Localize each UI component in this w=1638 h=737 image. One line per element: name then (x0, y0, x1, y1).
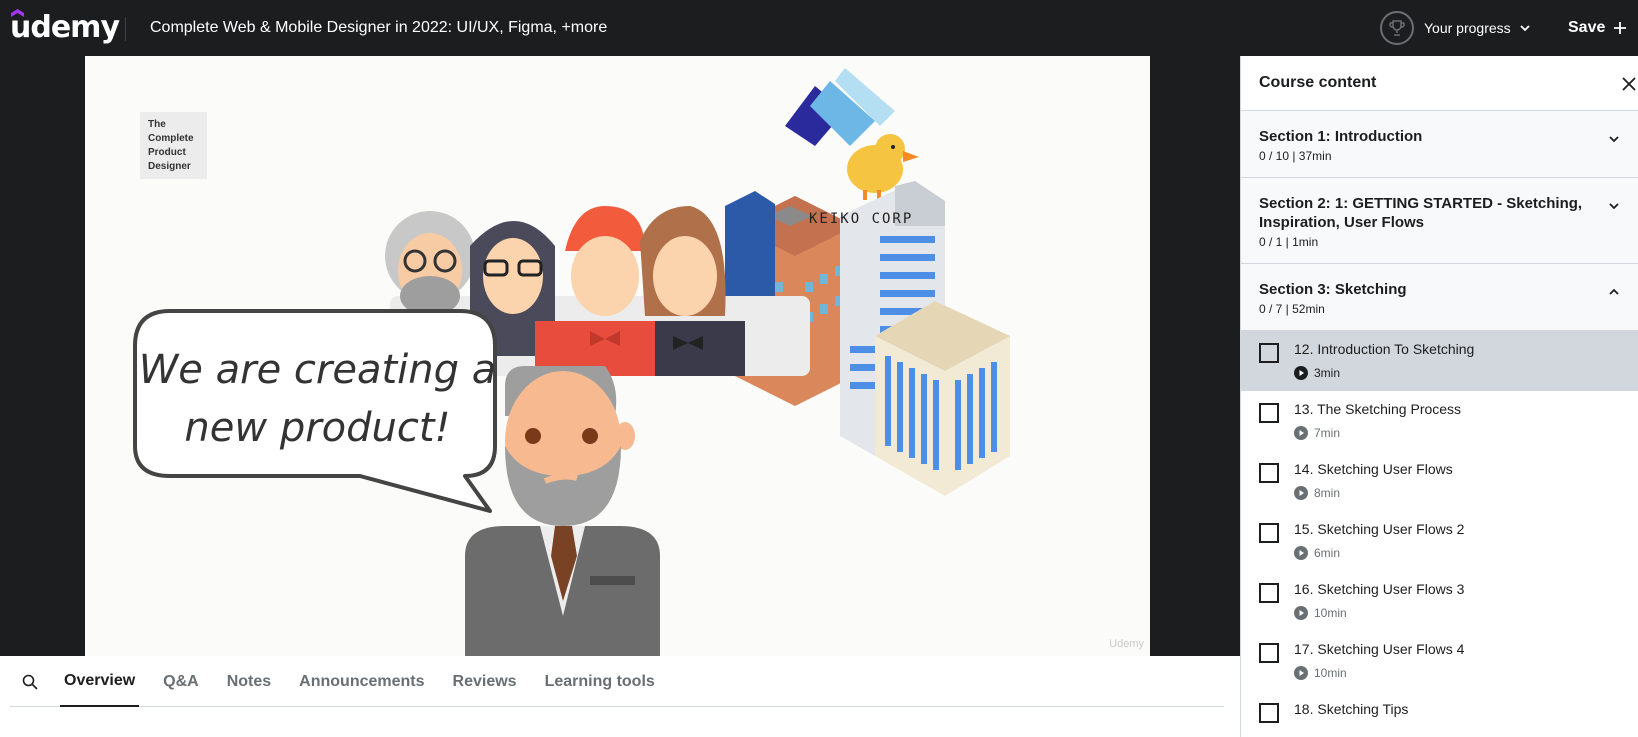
chevron-down-icon (1609, 136, 1619, 143)
lesson-checkbox[interactable] (1259, 583, 1279, 603)
lesson-item[interactable]: 14. Sketching User Flows 8min (1241, 451, 1638, 511)
lesson-title: 12. Introduction To Sketching (1294, 341, 1475, 357)
save-label: Save (1568, 19, 1606, 36)
udemy-logo[interactable]: udemy (10, 10, 120, 45)
lesson-item[interactable]: 17. Sketching User Flows 4 10min (1241, 631, 1638, 691)
your-progress-label: Your progress (1424, 20, 1511, 36)
lesson-checkbox[interactable] (1259, 703, 1279, 723)
search-icon[interactable] (10, 657, 50, 707)
sidebar-header: Course content (1241, 56, 1638, 111)
trophy-icon (1380, 11, 1414, 45)
sidebar-title: Course content (1259, 74, 1377, 91)
section-meta: 0 / 7 | 52min (1259, 302, 1325, 316)
section-3-header[interactable]: Section 3: Sketching 0 / 7 | 52min (1241, 264, 1638, 331)
lesson-title: 17. Sketching User Flows 4 (1294, 641, 1465, 657)
tab-notes[interactable]: Notes (223, 657, 275, 707)
lesson-item[interactable]: 15. Sketching User Flows 2 6min (1241, 511, 1638, 571)
tab-overview[interactable]: Overview (60, 657, 140, 707)
chevron-up-icon (1609, 288, 1619, 295)
lesson-item[interactable]: 18. Sketching Tips (1241, 691, 1638, 737)
plus-icon (1614, 22, 1627, 34)
lesson-meta: 7min (1294, 426, 1340, 440)
speech-bubble-text: We are creating a new product! (135, 341, 500, 457)
lesson-item[interactable]: 13. The Sketching Process 7min (1241, 391, 1638, 451)
lesson-title: 14. Sketching User Flows (1294, 461, 1453, 477)
duck-logo-illustration (785, 68, 919, 200)
chevron-down-icon (1609, 203, 1619, 210)
lesson-checkbox[interactable] (1259, 343, 1279, 363)
tab-qa[interactable]: Q&A (159, 657, 203, 707)
lesson-title: 16. Sketching User Flows 3 (1294, 581, 1465, 597)
play-circle-icon (1294, 426, 1308, 440)
header-divider (125, 17, 126, 41)
course-title[interactable]: Complete Web & Mobile Designer in 2022: … (150, 19, 607, 37)
play-circle-icon (1294, 606, 1308, 620)
lesson-meta: 6min (1294, 546, 1340, 560)
lesson-meta: 8min (1294, 486, 1340, 500)
section-2-header[interactable]: Section 2: 1: GETTING STARTED - Sketchin… (1241, 178, 1638, 264)
course-tabs: Overview Q&A Notes Announcements Reviews… (10, 657, 1224, 707)
video-frame[interactable]: The Complete Product Designer KEIKO CORP… (85, 56, 1150, 656)
play-circle-icon (1294, 486, 1308, 500)
section-title: Section 2: 1: GETTING STARTED - Sketchin… (1259, 195, 1583, 231)
lesson-meta: 10min (1294, 606, 1347, 620)
lesson-title: 13. The Sketching Process (1294, 401, 1462, 417)
tab-learning-tools[interactable]: Learning tools (541, 657, 659, 707)
speech-bubble-line: We are creating a (138, 347, 497, 393)
lesson-duration: 3min (1314, 366, 1341, 380)
tab-reviews[interactable]: Reviews (449, 657, 521, 707)
lesson-checkbox[interactable] (1259, 463, 1279, 483)
chevron-down-icon (1520, 25, 1530, 32)
lesson-checkbox[interactable] (1259, 523, 1279, 543)
lesson-duration: 6min (1314, 546, 1341, 560)
save-button[interactable]: Save (1568, 19, 1627, 37)
speech-bubble-line: new product! (184, 405, 451, 451)
lesson-item[interactable]: 12. Introduction To Sketching 3min (1241, 331, 1638, 391)
lesson-duration: 10min (1314, 606, 1347, 620)
play-circle-icon (1294, 546, 1308, 560)
section-meta: 0 / 1 | 1min (1259, 235, 1319, 249)
company-label: KEIKO CORP (809, 211, 914, 227)
lesson-duration: 10min (1314, 666, 1347, 680)
play-circle-icon (1294, 366, 1308, 380)
lesson-title: 15. Sketching User Flows 2 (1294, 521, 1465, 537)
section-title: Section 1: Introduction (1259, 128, 1423, 145)
top-bar: udemy Complete Web & Mobile Designer in … (0, 0, 1638, 56)
course-content-sidebar: Course content Section 1: Introduction 0… (1240, 56, 1638, 737)
video-player[interactable]: The Complete Product Designer KEIKO CORP… (0, 56, 1240, 656)
video-watermark: Udemy (1109, 638, 1144, 650)
section-1-header[interactable]: Section 1: Introduction 0 / 10 | 37min (1241, 111, 1638, 178)
your-progress-button[interactable]: Your progress (1380, 11, 1531, 45)
section-meta: 0 / 10 | 37min (1259, 149, 1332, 163)
lesson-meta: 3min (1294, 366, 1340, 380)
lesson-duration: 7min (1314, 426, 1341, 440)
lesson-meta: 10min (1294, 666, 1347, 680)
lesson-checkbox[interactable] (1259, 403, 1279, 423)
udemy-course-player: udemy Complete Web & Mobile Designer in … (0, 0, 1638, 737)
lesson-duration: 8min (1314, 486, 1341, 500)
tab-announcements[interactable]: Announcements (295, 657, 428, 707)
lesson-checkbox[interactable] (1259, 643, 1279, 663)
play-circle-icon (1294, 666, 1308, 680)
close-icon[interactable] (1621, 76, 1637, 92)
section-title: Section 3: Sketching (1259, 281, 1407, 298)
lesson-title: 18. Sketching Tips (1294, 701, 1409, 717)
lesson-item[interactable]: 16. Sketching User Flows 3 10min (1241, 571, 1638, 631)
